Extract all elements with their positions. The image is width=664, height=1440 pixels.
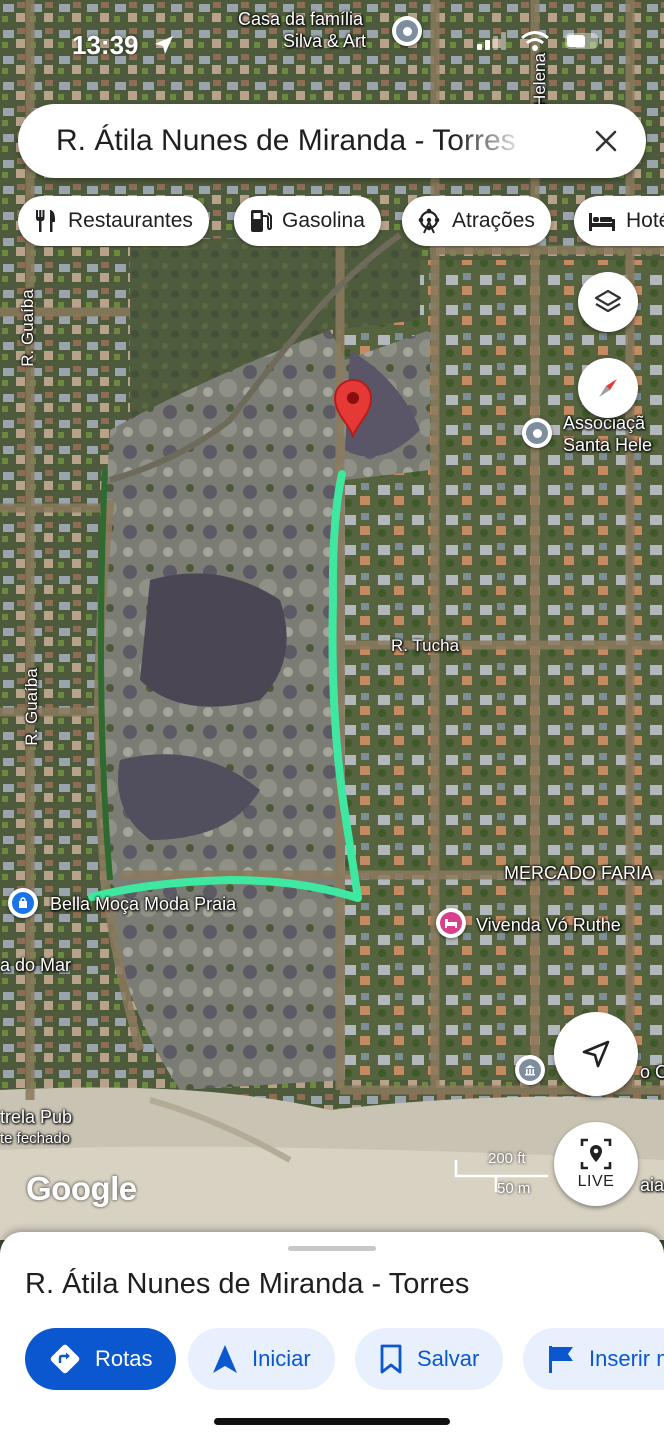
place-pin-icon[interactable] xyxy=(392,16,422,46)
place-label-vivenda[interactable]: Vivenda Vó Ruthe xyxy=(476,914,621,936)
place-label-right-c[interactable]: o C xyxy=(640,1061,664,1083)
street-label-guaiba-top: R. Guaíba xyxy=(17,289,37,367)
navigation-arrow-icon xyxy=(213,1345,237,1373)
chip-hoteis[interactable]: Hotéis xyxy=(574,196,664,246)
museum-icon[interactable] xyxy=(515,1055,545,1085)
place-title: R. Átila Nunes de Miranda - Torres xyxy=(25,1268,470,1300)
shopping-bag-icon[interactable] xyxy=(8,888,38,918)
live-view-button[interactable]: LIVE xyxy=(554,1122,638,1206)
compass-button[interactable] xyxy=(578,358,638,418)
location-arrow-icon xyxy=(155,36,173,54)
directions-label: Rotas xyxy=(95,1346,153,1371)
chip-label: Hotéis xyxy=(626,209,664,232)
add-label-button[interactable]: Inserir marcador xyxy=(523,1328,664,1390)
street-label-guaiba-bottom: R. Guaíba xyxy=(21,668,41,746)
destination-pin-icon[interactable] xyxy=(331,378,375,438)
place-label-right-praia[interactable]: aia xyxy=(640,1174,664,1196)
my-location-button[interactable] xyxy=(554,1012,638,1096)
search-bar[interactable]: R. Átila Nunes de Miranda - Torres xyxy=(18,104,646,178)
place-label-mar[interactable]: a do Mar xyxy=(0,954,71,976)
start-button[interactable]: Iniciar xyxy=(188,1328,335,1390)
start-label: Iniciar xyxy=(252,1346,311,1371)
search-input[interactable]: R. Átila Nunes de Miranda - Torres xyxy=(56,124,526,158)
place-bottom-sheet[interactable]: R. Átila Nunes de Miranda - Torres Rotas… xyxy=(0,1232,664,1440)
street-label-tucha: R. Tucha xyxy=(391,636,460,655)
place-label-casa[interactable]: Casa da família Silva & Art xyxy=(235,8,366,52)
ferris-wheel-icon xyxy=(418,208,440,234)
status-icons xyxy=(476,30,604,52)
fork-knife-icon xyxy=(36,210,55,232)
save-label: Salvar xyxy=(417,1346,480,1371)
scale-bar xyxy=(454,1160,548,1192)
bookmark-icon xyxy=(380,1344,402,1374)
layers-icon xyxy=(594,289,622,313)
battery-icon xyxy=(565,33,602,49)
place-label-casa-line2: Silva & Art xyxy=(283,31,367,51)
place-label-mercado[interactable]: MERCADO FARIA xyxy=(504,862,653,884)
save-button[interactable]: Salvar xyxy=(355,1328,504,1390)
chip-atracoes[interactable]: Atrações xyxy=(402,196,551,246)
place-label-bella[interactable]: Bella Moça Moda Praia xyxy=(50,893,236,915)
chip-restaurantes[interactable]: Restaurantes xyxy=(18,196,209,246)
wifi-icon xyxy=(521,31,549,51)
place-label-casa-line1: Casa da família xyxy=(237,9,364,29)
place-label-estrela[interactable]: trela Pub te fechado xyxy=(0,1106,72,1150)
close-button[interactable] xyxy=(584,119,628,163)
place-label-estrela-line2: te fechado xyxy=(0,1130,71,1147)
navigation-arrow-icon xyxy=(582,1040,610,1068)
bed-icon xyxy=(589,213,615,231)
chip-label: Gasolina xyxy=(282,209,365,232)
add-label-label: Inserir marcador xyxy=(589,1346,664,1371)
category-chips: Restaurantes Gasolina Atrações Hotéis xyxy=(18,196,664,248)
action-buttons: Rotas Iniciar Salvar Inserir marcador xyxy=(0,1328,664,1392)
live-label: LIVE xyxy=(577,1173,615,1190)
chip-label: Atrações xyxy=(452,209,535,232)
home-indicator xyxy=(214,1418,450,1425)
close-icon xyxy=(595,130,617,152)
directions-icon xyxy=(50,1344,80,1374)
layers-button[interactable] xyxy=(578,272,638,332)
status-time: 13:39 xyxy=(72,30,139,60)
directions-button[interactable]: Rotas xyxy=(25,1328,177,1390)
hotel-bed-icon[interactable] xyxy=(436,908,466,938)
google-logo: Google xyxy=(26,1170,137,1207)
place-pin-icon[interactable] xyxy=(522,418,552,448)
gas-pump-icon xyxy=(251,210,272,232)
chip-label: Restaurantes xyxy=(68,209,193,232)
compass-icon xyxy=(599,379,617,397)
place-label-associacao[interactable]: Associaçã Santa Hele xyxy=(563,412,652,456)
chip-gasolina[interactable]: Gasolina xyxy=(234,196,381,246)
place-label-estrela-line1: trela Pub xyxy=(0,1107,73,1127)
place-label-associacao-line2: Santa Hele xyxy=(563,435,653,455)
signal-icon xyxy=(477,32,506,50)
street-label-helena: Helena xyxy=(529,53,549,107)
live-view-icon xyxy=(580,1138,612,1170)
sheet-drag-handle[interactable] xyxy=(288,1246,376,1251)
flag-icon xyxy=(549,1346,573,1373)
